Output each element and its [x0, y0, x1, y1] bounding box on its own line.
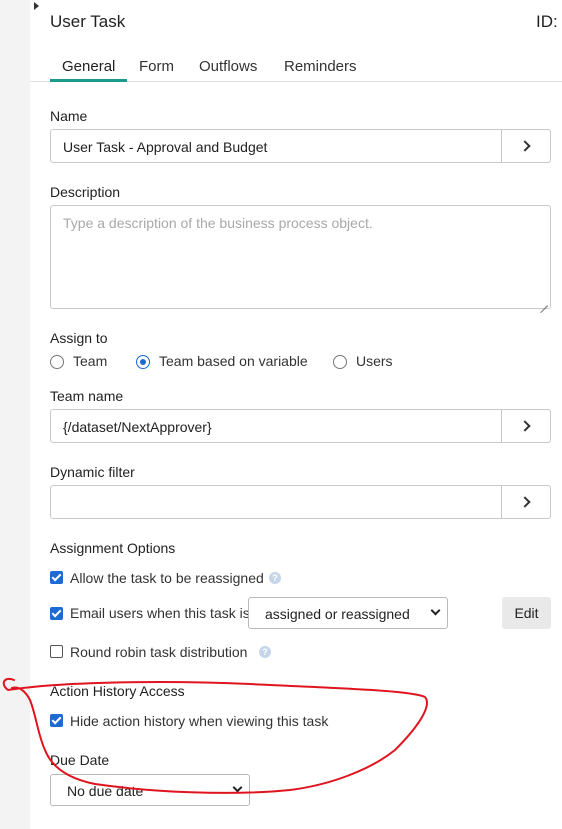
- chevron-right-icon: [518, 420, 531, 432]
- assign-to-label: Assign to: [50, 330, 108, 346]
- panel-title: User Task: [50, 12, 126, 31]
- help-icon[interactable]: ?: [269, 572, 281, 584]
- name-label: Name: [50, 108, 88, 124]
- hide-action-history-checkbox-label: Hide action history when viewing this ta…: [70, 713, 329, 729]
- name-value: User Task - Approval and Budget: [63, 139, 268, 155]
- team-name-value: {/dataset/NextApprover}: [63, 419, 212, 435]
- description-placeholder: Type a description of the business proce…: [63, 215, 373, 231]
- due-date-select[interactable]: No due date: [50, 774, 250, 806]
- description-textarea[interactable]: Type a description of the business proce…: [50, 205, 551, 309]
- assignment-options-label: Assignment Options: [50, 540, 176, 556]
- round-robin-checkbox[interactable]: [50, 645, 63, 658]
- radio-team-based-on-variable-label: Team based on variable: [159, 353, 308, 369]
- radio-team[interactable]: [50, 355, 64, 369]
- collapse-arrow-icon[interactable]: [34, 2, 39, 10]
- radio-users-label: Users: [356, 353, 393, 369]
- email-trigger-value: assigned or reassigned: [265, 606, 410, 622]
- edit-email-button[interactable]: Edit: [502, 597, 551, 629]
- action-history-label: Action History Access: [50, 683, 185, 699]
- tab-bar: General Form Outflows Reminders: [30, 56, 562, 82]
- active-tab-indicator: [50, 79, 127, 82]
- team-name-expand-button[interactable]: [501, 410, 550, 442]
- tab-form[interactable]: Form: [139, 58, 174, 75]
- email-users-checkbox[interactable]: [50, 607, 63, 620]
- email-users-checkbox-label: Email users when this task is: [70, 605, 250, 621]
- email-trigger-select[interactable]: assigned or reassigned: [248, 597, 448, 629]
- dynamic-filter-expand-button[interactable]: [501, 486, 550, 518]
- dynamic-filter-label: Dynamic filter: [50, 464, 135, 480]
- reassign-checkbox[interactable]: [50, 571, 63, 584]
- round-robin-checkbox-label: Round robin task distribution: [70, 644, 248, 660]
- resize-handle-icon[interactable]: [540, 298, 548, 306]
- radio-team-label: Team: [73, 353, 108, 369]
- chevron-right-icon: [518, 496, 531, 508]
- reassign-checkbox-label: Allow the task to be reassigned: [70, 570, 264, 586]
- description-label: Description: [50, 184, 121, 200]
- team-name-label: Team name: [50, 388, 124, 404]
- dynamic-filter-field[interactable]: [50, 485, 551, 519]
- object-id-label: ID: 6: [536, 12, 562, 31]
- tab-reminders[interactable]: Reminders: [284, 58, 357, 75]
- radio-team-based-on-variable[interactable]: [136, 355, 150, 369]
- name-field[interactable]: User Task - Approval and Budget: [50, 129, 551, 163]
- chevron-down-icon: [232, 782, 243, 793]
- tab-general[interactable]: General: [62, 58, 115, 75]
- hide-action-history-checkbox[interactable]: [50, 714, 63, 727]
- tab-outflows[interactable]: Outflows: [199, 58, 257, 75]
- chevron-right-icon: [518, 140, 531, 152]
- chevron-down-icon: [430, 605, 441, 616]
- radio-users[interactable]: [333, 355, 347, 369]
- team-name-field[interactable]: {/dataset/NextApprover}: [50, 409, 551, 443]
- due-date-label: Due Date: [50, 752, 110, 768]
- help-icon[interactable]: ?: [259, 646, 271, 658]
- name-expand-button[interactable]: [501, 130, 550, 162]
- due-date-value: No due date: [67, 783, 144, 799]
